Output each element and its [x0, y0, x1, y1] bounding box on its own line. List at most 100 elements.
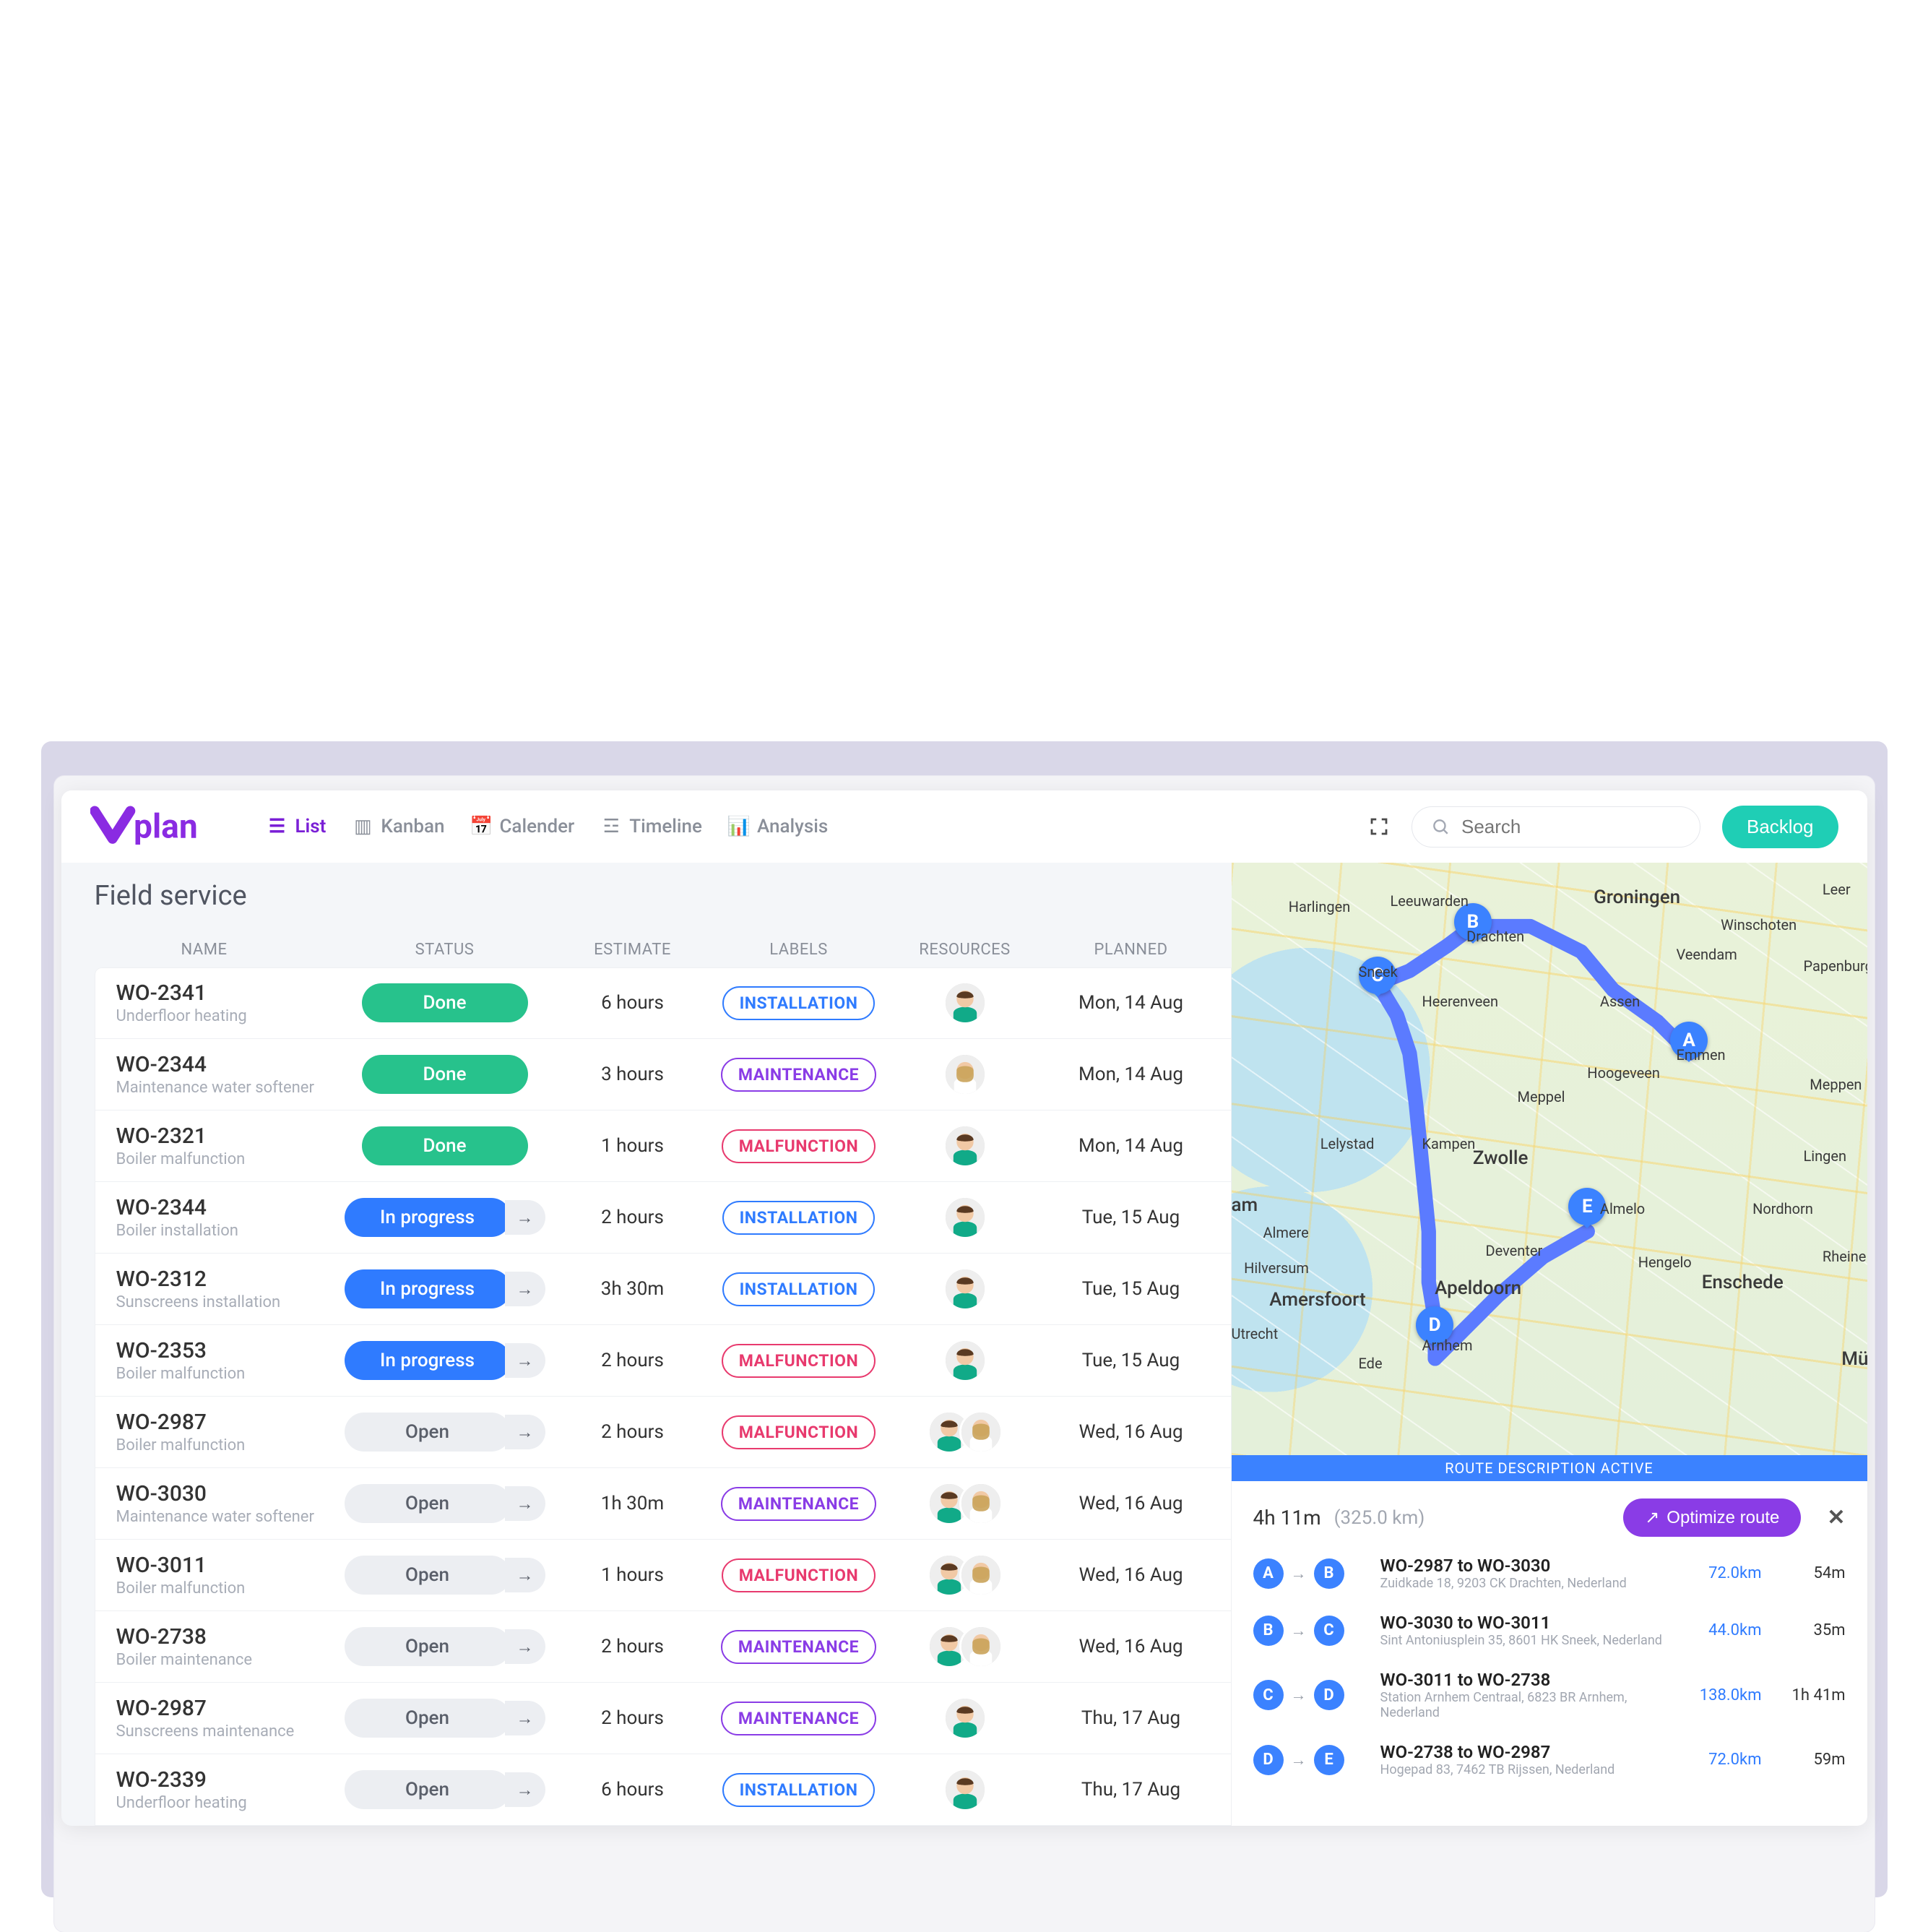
status-advance-icon[interactable]: →	[505, 1486, 545, 1521]
view-kanban[interactable]: ▥Kanban	[352, 816, 444, 837]
status-pill[interactable]: Done	[362, 1055, 528, 1094]
status-pill[interactable]: In progress	[345, 1269, 511, 1308]
status-pill[interactable]: Open	[345, 1413, 511, 1452]
wo-desc: Boiler malfunction	[116, 1365, 246, 1383]
map-city-label: Hengelo	[1638, 1254, 1692, 1271]
close-icon[interactable]: ✕	[1827, 1505, 1845, 1530]
status-pill[interactable]: Open	[345, 1556, 511, 1595]
label-pill: MALFUNCTION	[722, 1558, 876, 1592]
table-row[interactable]: WO-2987 Boiler malfunction Open → 2 hour…	[95, 1397, 1232, 1468]
estimate: 6 hours	[601, 992, 664, 1014]
planned-date: Wed, 16 Aug	[1078, 1421, 1183, 1443]
route-total-distance: (325.0 km)	[1334, 1507, 1425, 1529]
label-pill: INSTALLATION	[722, 1272, 876, 1306]
view-list[interactable]: ☰List	[267, 816, 327, 837]
status-pill[interactable]: Open	[345, 1770, 511, 1809]
leg-to-pin: C	[1314, 1616, 1344, 1646]
optimize-route-button[interactable]: ↗ Optimize route	[1623, 1498, 1801, 1537]
status-pill[interactable]: Done	[362, 1126, 528, 1165]
table-row[interactable]: WO-2344 Boiler installation In progress …	[95, 1182, 1232, 1254]
wo-id: WO-2321	[116, 1124, 207, 1149]
leg-address: Station Arnhem Centraal, 6823 BR Arnhem,…	[1380, 1690, 1664, 1720]
status-pill[interactable]: Open	[345, 1699, 511, 1738]
status-pill[interactable]: Open	[345, 1484, 511, 1523]
app-window: plan ☰List ▥Kanban 📅Calender ☲Timeline 📊…	[61, 790, 1867, 1826]
status-advance-icon[interactable]: →	[505, 1772, 545, 1807]
planned-date: Mon, 14 Aug	[1078, 992, 1183, 1014]
label-pill: MAINTENANCE	[721, 1487, 876, 1521]
map-city-label: Ede	[1359, 1355, 1383, 1372]
leg-address: Sint Antoniusplein 35, 8601 HK Sneek, Ne…	[1380, 1633, 1664, 1648]
avatar	[959, 1553, 1003, 1597]
estimate: 1 hours	[601, 1564, 664, 1586]
wo-id: WO-2987	[116, 1696, 207, 1721]
view-calendar[interactable]: 📅Calender	[470, 816, 574, 837]
table-row[interactable]: WO-2312 Sunscreens installation In progr…	[95, 1254, 1232, 1325]
search-box[interactable]	[1412, 806, 1700, 848]
estimate: 2 hours	[601, 1707, 664, 1729]
map-city-label: Deventer	[1486, 1242, 1543, 1259]
analysis-icon: 📊	[728, 816, 750, 837]
view-timeline[interactable]: ☲Timeline	[600, 816, 702, 837]
view-analysis[interactable]: 📊Analysis	[728, 816, 828, 837]
estimate: 1h 30m	[601, 1493, 664, 1514]
table-row[interactable]: WO-2738 Boiler maintenance Open → 2 hour…	[95, 1611, 1232, 1683]
estimate: 1 hours	[601, 1135, 664, 1157]
status-advance-icon[interactable]: →	[505, 1200, 545, 1235]
status-advance-icon[interactable]: →	[505, 1629, 545, 1664]
fullscreen-icon[interactable]	[1368, 816, 1390, 837]
map-city-label: Meppel	[1518, 1088, 1565, 1105]
map-city-label: Lingen	[1804, 1147, 1847, 1165]
planned-date: Mon, 14 Aug	[1078, 1064, 1183, 1085]
table-row[interactable]: WO-2987 Sunscreens maintenance Open → 2 …	[95, 1683, 1232, 1754]
table-row[interactable]: WO-2321 Boiler malfunction Done 1 hours …	[95, 1111, 1232, 1182]
leg-duration: 54m	[1773, 1564, 1846, 1582]
status-advance-icon[interactable]: →	[505, 1701, 545, 1735]
status-advance-icon[interactable]: →	[505, 1343, 545, 1378]
table-row[interactable]: WO-2344 Maintenance water softener Done …	[95, 1039, 1232, 1111]
avatar	[959, 1410, 1003, 1454]
resource-avatars	[943, 1768, 987, 1811]
wo-id: WO-2341	[116, 980, 207, 1006]
backlog-button[interactable]: Backlog	[1722, 806, 1838, 848]
route-leg[interactable]: D → E WO-2738 to WO-2987 Hogepad 83, 746…	[1253, 1742, 1846, 1777]
route-leg[interactable]: B → C WO-3030 to WO-3011 Sint Antoniuspl…	[1253, 1613, 1846, 1648]
status-advance-icon[interactable]: →	[505, 1558, 545, 1592]
route-leg[interactable]: A → B WO-2987 to WO-3030 Zuidkade 18, 92…	[1253, 1556, 1846, 1591]
table-row[interactable]: WO-2339 Underfloor heating Open → 6 hour…	[95, 1754, 1232, 1826]
svg-text:plan: plan	[134, 807, 198, 846]
avatar	[943, 1196, 987, 1239]
table-row[interactable]: WO-2353 Boiler malfunction In progress →…	[95, 1325, 1232, 1397]
table-row[interactable]: WO-3030 Maintenance water softener Open …	[95, 1468, 1232, 1540]
status-pill[interactable]: Done	[362, 983, 528, 1022]
col-name: NAME	[95, 941, 333, 959]
col-estimate: ESTIMATE	[557, 941, 709, 959]
map-city-label: Apeldoorn	[1435, 1277, 1521, 1299]
resource-avatars	[928, 1553, 1003, 1597]
leg-to-pin: E	[1314, 1745, 1344, 1775]
route-leg[interactable]: C → D WO-3011 to WO-2738 Station Arnhem …	[1253, 1670, 1846, 1720]
search-input[interactable]	[1461, 816, 1703, 838]
wo-desc: Boiler malfunction	[116, 1579, 246, 1597]
table-row[interactable]: WO-2341 Underfloor heating Done 6 hours …	[95, 967, 1232, 1039]
label-pill: MAINTENANCE	[721, 1702, 876, 1735]
estimate: 2 hours	[601, 1207, 664, 1228]
map-city-label: am	[1232, 1194, 1258, 1216]
resource-avatars	[943, 1196, 987, 1239]
leg-title: WO-3030 to WO-3011	[1380, 1613, 1664, 1633]
leg-distance: 72.0km	[1675, 1751, 1762, 1769]
status-pill[interactable]: Open	[345, 1627, 511, 1666]
map-city-label: Rheine	[1823, 1248, 1866, 1265]
status-pill[interactable]: In progress	[345, 1341, 511, 1380]
table-row[interactable]: WO-3011 Boiler malfunction Open → 1 hour…	[95, 1540, 1232, 1611]
status-advance-icon[interactable]: →	[505, 1272, 545, 1306]
arrow-icon: →	[1291, 1621, 1307, 1640]
status-pill[interactable]: In progress	[345, 1198, 511, 1237]
arrow-icon: →	[1291, 1564, 1307, 1583]
work-order-table: WO-2341 Underfloor heating Done 6 hours …	[95, 967, 1232, 1826]
map-city-label: Winschoten	[1721, 916, 1797, 933]
leg-address: Hogepad 83, 7462 TB Rijssen, Nederland	[1380, 1762, 1664, 1777]
leg-distance: 72.0km	[1675, 1564, 1762, 1582]
status-advance-icon[interactable]: →	[505, 1415, 545, 1449]
route-map[interactable]: ABCDEHarlingenLeeuwardenDrachtenGroninge…	[1232, 863, 1867, 1455]
